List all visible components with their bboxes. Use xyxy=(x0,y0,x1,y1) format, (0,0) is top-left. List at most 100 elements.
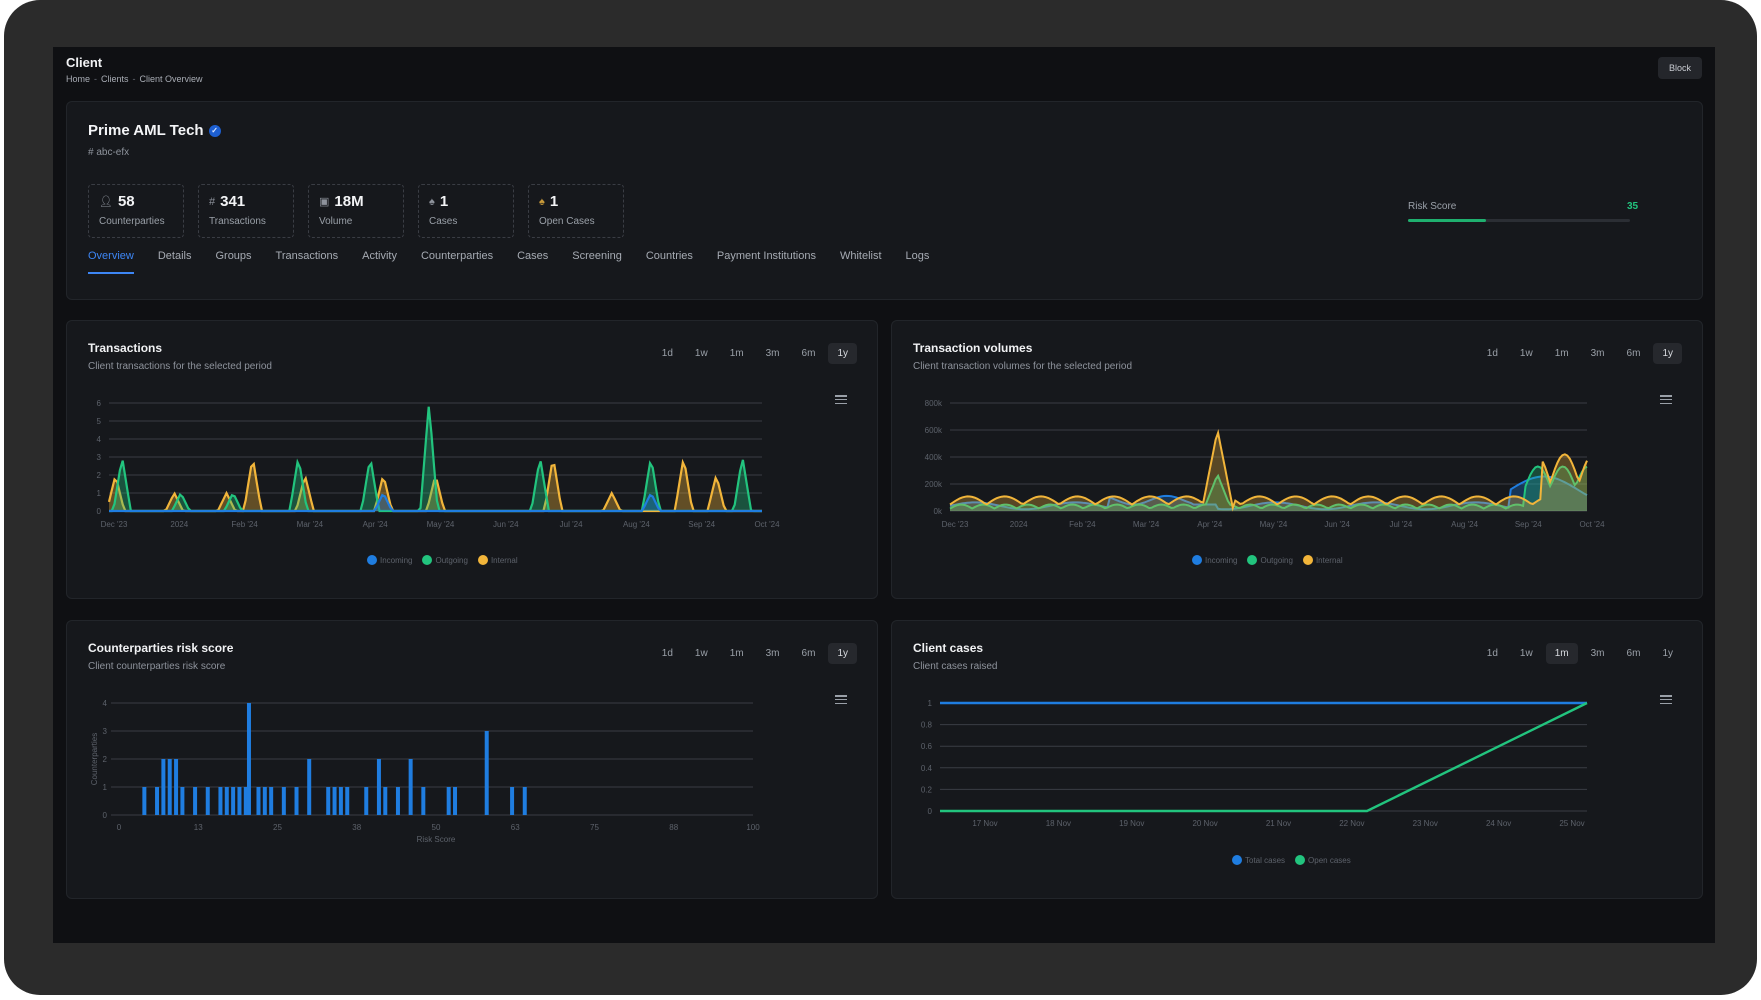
legend-label: Outgoing xyxy=(435,555,468,565)
tab-cases[interactable]: Cases xyxy=(517,250,548,274)
legend-dot xyxy=(1302,555,1313,565)
y-tick-label: 800k xyxy=(925,399,943,408)
y-tick-label: 3 xyxy=(103,727,108,736)
verified-icon: ✓ xyxy=(208,124,221,137)
x-tick-label: Jun '24 xyxy=(493,520,519,529)
stat-label: Open Cases xyxy=(539,216,595,227)
y-tick-label: 1 xyxy=(97,489,102,498)
risk-bar xyxy=(174,759,179,815)
legend-label: Total cases xyxy=(1245,855,1286,865)
tab-whitelist[interactable]: Whitelist xyxy=(840,250,882,274)
legend-item-incoming[interactable]: Incoming xyxy=(1192,555,1237,565)
risk-bar xyxy=(395,787,400,815)
legend-dot xyxy=(422,555,433,565)
tab-countries[interactable]: Countries xyxy=(646,250,693,274)
chart-legend: Total cases Open cases xyxy=(1232,855,1351,865)
legend-item-internal[interactable]: Internal xyxy=(477,555,518,565)
stat-value: 58 xyxy=(117,193,135,210)
risk-bar xyxy=(307,759,312,815)
stat-value: 1 xyxy=(549,193,559,210)
x-tick-label: Jul '24 xyxy=(560,520,583,529)
risk-bar xyxy=(218,787,223,815)
risk-bar xyxy=(294,787,299,815)
y-tick-label: 5 xyxy=(97,417,102,426)
x-tick-label: 63 xyxy=(511,823,520,832)
legend-dot xyxy=(1192,555,1202,565)
x-axis-label: Risk Score xyxy=(417,835,456,844)
stat-value: 18M xyxy=(334,193,364,210)
block-button[interactable]: Block xyxy=(1658,57,1702,79)
legend-item-outgoing[interactable]: Outgoing xyxy=(422,555,468,565)
risk-score-fill xyxy=(1408,219,1486,222)
flame-icon: ♠ xyxy=(429,195,435,208)
legend-label: Internal xyxy=(1315,555,1343,565)
x-tick-label: 17 Nov xyxy=(972,819,997,828)
user-icon: 👤︎ xyxy=(99,196,113,208)
x-tick-label: 13 xyxy=(194,823,203,832)
breadcrumb-clients[interactable]: Clients xyxy=(101,74,129,84)
risk-bar xyxy=(205,787,210,815)
x-tick-label: May '24 xyxy=(1260,520,1288,529)
x-tick-label: 24 Nov xyxy=(1486,819,1511,828)
flame-icon: ♠ xyxy=(539,195,545,208)
x-tick-label: Apr '24 xyxy=(1197,520,1223,529)
x-tick-label: Oct '24 xyxy=(754,520,780,529)
stat-value: 341 xyxy=(220,193,246,210)
client-summary-card: Prime AML Tech ✓ # abc-efx 👤︎ 58 Counterp… xyxy=(66,101,1703,300)
y-tick-label: 0 xyxy=(103,811,108,820)
legend-item-outgoing[interactable]: Outgoing xyxy=(1247,555,1293,565)
y-tick-label: 400k xyxy=(925,453,943,462)
x-tick-label: 20 Nov xyxy=(1192,819,1217,828)
legend-label: Internal xyxy=(490,555,518,565)
risk-bar xyxy=(376,759,381,815)
risk-bar xyxy=(155,787,160,815)
risk-bar xyxy=(161,759,166,815)
tab-details[interactable]: Details xyxy=(158,250,192,274)
stat-cases: ♠ 1 Cases xyxy=(418,184,514,238)
tab-transactions[interactable]: Transactions xyxy=(276,250,339,274)
breadcrumb-separator: - xyxy=(132,74,136,84)
breadcrumb-home[interactable]: Home xyxy=(66,74,90,84)
y-axis-label: Counterparties xyxy=(90,733,99,785)
legend-item-incoming[interactable]: Incoming xyxy=(367,555,412,565)
y-tick-label: 3 xyxy=(97,453,102,462)
series-line-outgoing xyxy=(109,406,762,513)
x-tick-label: Aug '24 xyxy=(623,520,650,529)
stat-transactions: #341 Transactions xyxy=(198,184,294,238)
x-tick-label: Feb '24 xyxy=(1069,520,1096,529)
y-tick-label: 200k xyxy=(925,480,943,489)
y-tick-label: 0.6 xyxy=(921,742,933,751)
x-tick-label: Oct '24 xyxy=(1579,520,1605,529)
x-tick-label: Mar '24 xyxy=(1133,520,1160,529)
y-tick-label: 1 xyxy=(103,783,108,792)
tab-groups[interactable]: Groups xyxy=(215,250,251,274)
chart-legend: Incoming Outgoing Internal xyxy=(1192,555,1343,565)
tab-screening[interactable]: Screening xyxy=(572,250,622,274)
legend-label: Open cases xyxy=(1308,855,1351,865)
legend-dot xyxy=(1232,855,1242,865)
tab-activity[interactable]: Activity xyxy=(362,250,397,274)
y-tick-label: 6 xyxy=(97,399,102,408)
x-tick-label: Aug '24 xyxy=(1451,520,1478,529)
tab-logs[interactable]: Logs xyxy=(906,250,930,274)
y-tick-label: 2 xyxy=(97,471,102,480)
series-line-open-cases xyxy=(940,701,1588,813)
x-tick-label: Dec '23 xyxy=(101,520,128,529)
tab-overview[interactable]: Overview xyxy=(88,250,134,274)
client-name-row: Prime AML Tech ✓ xyxy=(88,122,221,139)
risk-bar xyxy=(231,787,236,815)
tab-counterparties[interactable]: Counterparties xyxy=(421,250,493,274)
legend-label: Incoming xyxy=(1205,555,1238,565)
stat-label: Cases xyxy=(429,216,458,227)
tab-payment-institutions[interactable]: Payment Institutions xyxy=(717,250,816,274)
x-tick-label: 0 xyxy=(117,823,122,832)
x-tick-label: 88 xyxy=(669,823,678,832)
client-tabs: Overview Details Groups Transactions Act… xyxy=(88,250,953,274)
risk-bar xyxy=(262,787,267,815)
x-tick-label: Jun '24 xyxy=(1324,520,1350,529)
legend-item-total-cases[interactable]: Total cases xyxy=(1232,855,1285,865)
legend-item-internal[interactable]: Internal xyxy=(1302,555,1343,565)
legend-item-open-cases[interactable]: Open cases xyxy=(1295,855,1351,865)
y-tick-label: 0 xyxy=(97,507,102,516)
breadcrumb-current: Client Overview xyxy=(139,74,203,84)
